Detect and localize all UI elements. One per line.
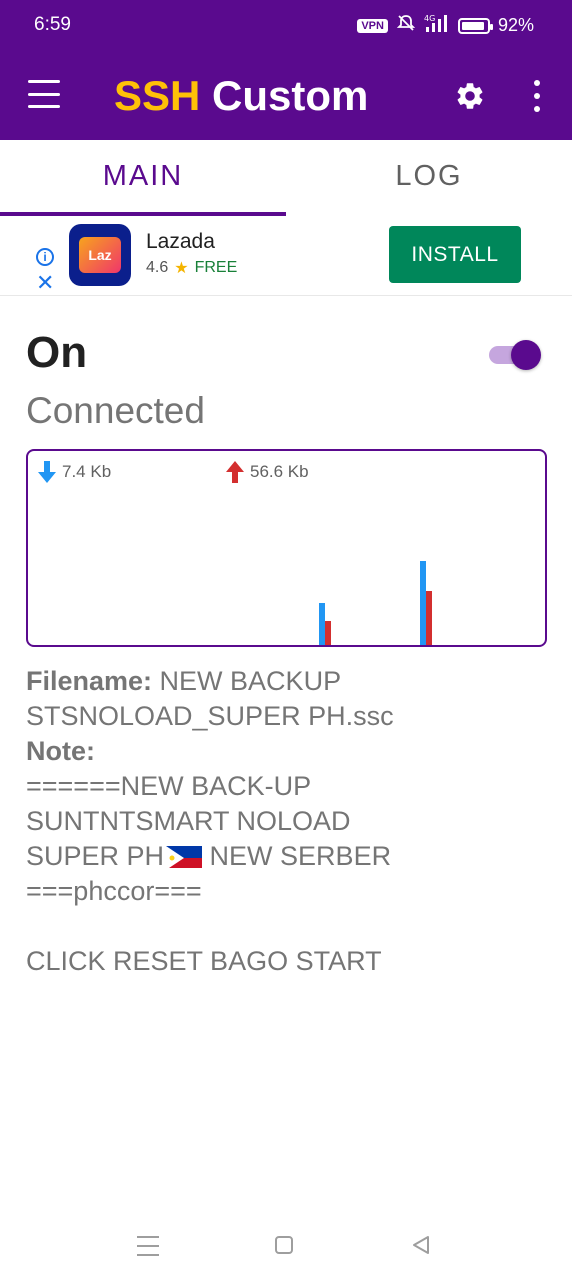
mute-icon <box>396 13 416 38</box>
note-line-1: ======NEW BACK-UP <box>26 771 312 801</box>
connection-status: Connected <box>26 390 205 431</box>
upload-speed: 56.6 Kb <box>250 462 309 481</box>
philippines-flag-icon <box>166 844 203 868</box>
back-icon[interactable] <box>410 1234 432 1256</box>
app-title: SSH Custom <box>114 72 368 120</box>
download-bar-2 <box>420 561 426 645</box>
menu-icon[interactable] <box>28 80 60 108</box>
note-line-3: SUPER PH NEW SERBER <box>26 839 546 874</box>
status-time: 6:59 <box>34 14 71 35</box>
download-legend: 7.4 Kb <box>38 461 111 483</box>
ad-app-logo[interactable]: Laz <box>69 224 131 286</box>
config-info: Filename: NEW BACKUP STSNOLOAD_SUPER PH.… <box>26 664 546 979</box>
gear-icon[interactable] <box>454 80 486 112</box>
upload-legend: 56.6 Kb <box>226 461 309 483</box>
home-icon[interactable] <box>275 1236 293 1254</box>
note-blank-line <box>26 909 546 944</box>
download-bar-1 <box>319 603 325 645</box>
vpn-badge: VPN <box>357 18 388 33</box>
star-icon: ★ <box>174 260 189 277</box>
signal-icon: 4G <box>424 13 450 38</box>
ad-rating: 4.6 ★ FREE <box>146 258 237 278</box>
app-bar: SSH Custom <box>0 52 572 140</box>
more-vert-icon[interactable] <box>530 80 544 112</box>
traffic-graph: 7.4 Kb 56.6 Kb <box>26 449 547 647</box>
status-icons: VPN 4G 92% <box>357 13 534 38</box>
upload-bar-1 <box>325 621 331 645</box>
toggle-thumb <box>511 340 541 370</box>
ad-price: FREE <box>194 259 238 276</box>
tab-log[interactable]: LOG <box>286 140 572 216</box>
tab-bar: MAIN LOG <box>0 140 572 216</box>
app-title-accent: SSH <box>114 72 201 119</box>
ad-app-name[interactable]: Lazada <box>146 230 215 254</box>
ad-install-button[interactable]: INSTALL <box>389 226 521 283</box>
connection-state: On <box>26 328 88 377</box>
connection-toggle[interactable] <box>489 340 541 370</box>
ad-info-icon[interactable]: i <box>36 248 54 266</box>
recent-apps-icon[interactable] <box>137 1236 159 1256</box>
download-speed: 7.4 Kb <box>62 462 112 481</box>
tab-main[interactable]: MAIN <box>0 140 286 216</box>
note-line-3b: NEW SERBER <box>202 841 392 871</box>
ad-close-icon[interactable]: ✕ <box>36 272 54 294</box>
filename-row: Filename: NEW BACKUP STSNOLOAD_SUPER PH.… <box>26 664 546 734</box>
arrow-up-icon <box>226 461 244 483</box>
note-label: Note: <box>26 736 95 766</box>
note-line-2: SUNTNTSMART NOLOAD <box>26 806 351 836</box>
network-type: 4G <box>424 14 435 23</box>
app-title-rest: Custom <box>200 72 369 119</box>
status-bar: 6:59 VPN 4G 92% <box>0 0 572 52</box>
filename-label: Filename: <box>26 666 153 696</box>
battery-icon <box>457 17 493 34</box>
battery-percent: 92% <box>497 15 534 35</box>
ad-rating-value: 4.6 <box>146 259 169 276</box>
note-line-5: CLICK RESET BAGO START <box>26 946 382 976</box>
arrow-down-icon <box>38 461 56 483</box>
upload-bar-2 <box>426 591 432 645</box>
note-line-3a: SUPER PH <box>26 841 165 871</box>
system-nav-bar <box>0 1214 572 1280</box>
note-line-4: ===phccor=== <box>26 876 202 906</box>
ad-logo-text: Laz <box>88 247 112 263</box>
ad-banner[interactable]: i ✕ Laz Lazada 4.6 ★ FREE INSTALL <box>0 216 572 296</box>
